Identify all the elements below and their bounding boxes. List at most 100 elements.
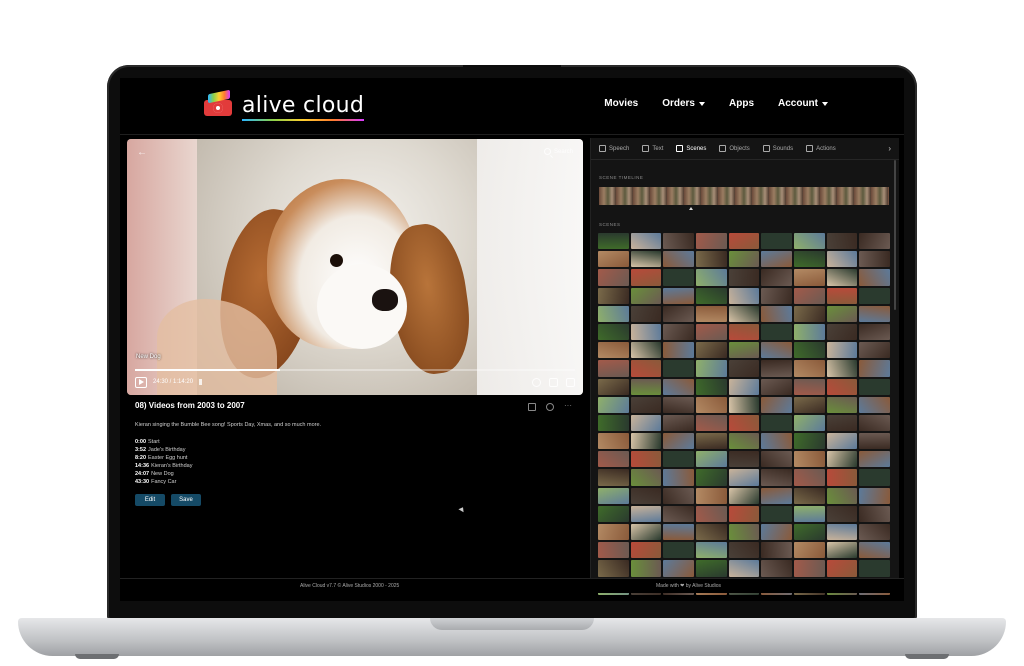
progress-bar[interactable] xyxy=(135,369,575,371)
scene-thumbnail[interactable] xyxy=(695,451,727,468)
scene-thumbnail[interactable] xyxy=(630,542,662,559)
scene-thumbnail[interactable] xyxy=(630,469,662,486)
scene-thumbnail[interactable] xyxy=(859,269,890,286)
chapter-item[interactable]: 43:30 Fancy Car xyxy=(135,478,192,486)
scene-thumbnail[interactable] xyxy=(663,323,694,341)
scene-thumbnail[interactable] xyxy=(859,524,890,541)
scene-thumbnail[interactable] xyxy=(793,487,825,504)
scene-thumbnail[interactable] xyxy=(630,269,662,286)
chapter-time[interactable]: 8:20 xyxy=(135,455,146,461)
scene-thumbnail[interactable] xyxy=(761,542,792,559)
scene-thumbnail[interactable] xyxy=(793,287,825,304)
scene-thumbnail[interactable] xyxy=(598,414,629,432)
scene-thumbnail[interactable] xyxy=(859,560,890,577)
scene-thumbnail[interactable] xyxy=(630,487,662,504)
scene-thumbnail[interactable] xyxy=(630,396,662,413)
scene-thumbnail[interactable] xyxy=(859,414,890,432)
panel-scrollbar[interactable] xyxy=(894,160,896,310)
scene-thumbnail[interactable] xyxy=(663,305,694,322)
scene-thumbnail[interactable] xyxy=(663,433,694,450)
scene-thumbnail[interactable] xyxy=(826,396,858,413)
scene-thumbnail[interactable] xyxy=(859,469,890,486)
chevron-right-icon[interactable]: › xyxy=(888,144,891,153)
scene-thumbnail[interactable] xyxy=(663,542,694,559)
scene-thumbnail[interactable] xyxy=(761,524,792,541)
scene-thumbnail[interactable] xyxy=(598,287,629,304)
scene-thumbnail[interactable] xyxy=(761,269,792,286)
player-search-button[interactable]: Search xyxy=(543,148,573,155)
scene-thumbnail[interactable] xyxy=(630,505,662,522)
scene-thumbnail[interactable] xyxy=(598,269,629,286)
chapter-time[interactable]: 43:30 xyxy=(135,479,149,485)
scene-thumbnail[interactable] xyxy=(695,251,727,268)
scene-thumbnail[interactable] xyxy=(663,396,694,413)
scene-thumbnail[interactable] xyxy=(663,287,694,304)
scene-thumbnail[interactable] xyxy=(826,524,858,541)
scene-thumbnail[interactable] xyxy=(826,323,858,341)
scene-thumbnail[interactable] xyxy=(761,360,792,377)
scene-thumbnail[interactable] xyxy=(859,487,890,504)
history-icon[interactable] xyxy=(546,403,554,411)
scene-thumbnail[interactable] xyxy=(630,305,662,322)
scene-thumbnail[interactable] xyxy=(793,542,825,559)
scene-thumbnail[interactable] xyxy=(826,342,858,359)
nav-movies[interactable]: Movies xyxy=(604,98,638,109)
scene-thumbnail[interactable] xyxy=(695,233,727,250)
app-logo[interactable]: alive cloud xyxy=(204,89,365,121)
scene-thumbnail[interactable] xyxy=(826,433,858,450)
more-icon[interactable]: ··· xyxy=(564,402,572,411)
scene-thumbnail[interactable] xyxy=(630,323,662,341)
scene-thumbnail[interactable] xyxy=(695,433,727,450)
scene-thumbnail[interactable] xyxy=(728,305,760,322)
tab-objects[interactable]: Objects xyxy=(719,145,750,152)
scene-thumbnail[interactable] xyxy=(630,342,662,359)
scene-thumbnail[interactable] xyxy=(826,451,858,468)
chapter-item[interactable]: 14:36 Kieran's Birthday xyxy=(135,462,192,470)
scene-thumbnail[interactable] xyxy=(663,414,694,432)
scene-thumbnail[interactable] xyxy=(663,469,694,486)
scene-thumbnail[interactable] xyxy=(663,451,694,468)
scene-thumbnail[interactable] xyxy=(598,233,629,250)
scene-thumbnail[interactable] xyxy=(826,542,858,559)
scene-timeline[interactable] xyxy=(599,187,889,205)
nav-apps[interactable]: Apps xyxy=(729,98,754,109)
scene-thumbnail[interactable] xyxy=(761,469,792,486)
scene-thumbnail[interactable] xyxy=(826,360,858,377)
tab-scenes[interactable]: Scenes xyxy=(676,145,706,152)
scene-thumbnail[interactable] xyxy=(663,342,694,359)
scene-thumbnail[interactable] xyxy=(793,360,825,377)
chapter-time[interactable]: 14:36 xyxy=(135,463,149,469)
scene-thumbnail[interactable] xyxy=(793,251,825,268)
scene-thumbnail[interactable] xyxy=(793,505,825,522)
chapter-item[interactable]: 24:07 New Dog xyxy=(135,470,192,478)
scene-thumbnail[interactable] xyxy=(728,524,760,541)
scene-thumbnail[interactable] xyxy=(728,542,760,559)
scene-thumbnail[interactable] xyxy=(826,378,858,395)
scene-thumbnail[interactable] xyxy=(793,378,825,395)
scene-thumbnail[interactable] xyxy=(761,433,792,450)
scene-thumbnail[interactable] xyxy=(859,433,890,450)
scene-thumbnail[interactable] xyxy=(598,524,629,541)
scene-thumbnail[interactable] xyxy=(598,487,629,504)
tab-text[interactable]: Text xyxy=(642,145,663,152)
scene-thumbnail[interactable] xyxy=(793,305,825,322)
scene-thumbnail[interactable] xyxy=(793,342,825,359)
fullscreen-icon[interactable] xyxy=(566,377,575,387)
scene-thumbnail[interactable] xyxy=(826,233,858,250)
nav-account[interactable]: Account xyxy=(778,98,828,109)
scene-thumbnail[interactable] xyxy=(663,251,694,268)
scene-thumbnail[interactable] xyxy=(695,560,727,577)
scene-thumbnail[interactable] xyxy=(859,323,890,341)
chapter-item[interactable]: 0:00 Start xyxy=(135,438,192,446)
chapter-time[interactable]: 24:07 xyxy=(135,471,149,477)
scene-thumbnail[interactable] xyxy=(663,524,694,541)
scene-thumbnail[interactable] xyxy=(761,414,792,432)
chapter-time[interactable]: 0:00 xyxy=(135,439,146,445)
scene-thumbnail[interactable] xyxy=(761,305,792,322)
scene-thumbnail[interactable] xyxy=(859,251,890,268)
scene-thumbnail[interactable] xyxy=(695,487,727,504)
scene-thumbnail[interactable] xyxy=(859,542,890,559)
scene-thumbnail[interactable] xyxy=(598,342,629,359)
scene-thumbnail[interactable] xyxy=(826,469,858,486)
scene-thumbnail[interactable] xyxy=(663,505,694,522)
